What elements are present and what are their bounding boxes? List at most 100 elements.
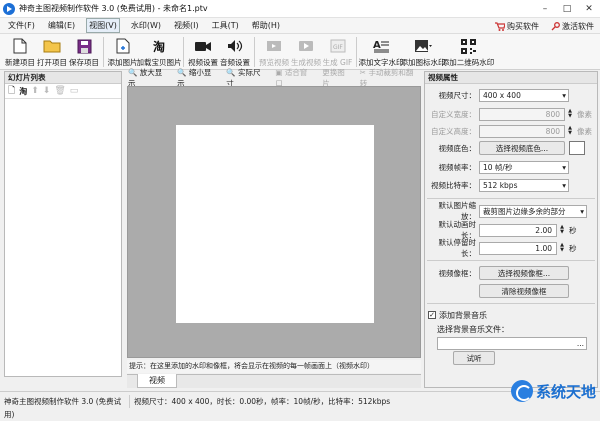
menu-tools[interactable]: 工具(T) <box>210 19 241 32</box>
toolbar-separator <box>356 37 357 67</box>
svg-text:GIF: GIF <box>333 44 343 51</box>
pause-duration-spinner[interactable]: ▲ ▼ <box>558 242 566 255</box>
save-project-label: 保存项目 <box>69 58 99 67</box>
delete-icon[interactable]: 🗑 <box>54 86 65 96</box>
gif-icon: GIF <box>330 39 345 53</box>
select-video-frame-button[interactable]: 选择视频像框... <box>479 266 569 280</box>
pause-duration-row: 默认停留时长： 1.00 ▲ ▼ 秒 <box>425 238 577 258</box>
minimize-button[interactable]: – <box>534 0 556 18</box>
clear-icon[interactable]: ▭ <box>70 86 79 96</box>
menu-file[interactable]: 文件(F) <box>6 19 37 32</box>
clear-video-frame-button[interactable]: 清除视频像框 <box>479 284 569 298</box>
custom-height-input[interactable]: 800 <box>479 124 565 138</box>
key-icon <box>551 21 560 30</box>
image-scale-select[interactable]: 裁剪图片边缘多余的部分 ▾ <box>479 204 587 218</box>
speaker-icon <box>228 40 243 52</box>
listen-button[interactable]: 试听 <box>453 351 495 365</box>
window-title: 神奇主图视频制作软件 3.0 (免费试用) - 未命名1.ptv <box>19 4 208 13</box>
pause-duration-unit: 秒 <box>569 243 577 253</box>
animation-duration-input[interactable]: 2.00 <box>479 223 557 237</box>
browse-music-button[interactable]: ... <box>577 339 584 348</box>
add-icon-watermark-button[interactable]: 添加图标水印 <box>401 34 446 70</box>
video-properties-title: 视频属性 <box>425 72 597 84</box>
video-size-label: 视频尺寸： <box>438 90 477 100</box>
animation-duration-row: 默认动画时长： 2.00 ▲ ▼ 秒 <box>425 220 577 240</box>
buy-software-link[interactable]: 购买软件 <box>495 21 539 32</box>
frame-rate-select[interactable]: 10 帧/秒 ▾ <box>479 160 569 174</box>
bitrate-select[interactable]: 512 kbps ▾ <box>479 178 569 192</box>
custom-width-unit: 像素 <box>577 109 592 119</box>
add-text-watermark-button[interactable]: A 添加文字水印 <box>359 34 404 70</box>
load-product-image-button[interactable]: 淘 加载宝贝图片 <box>137 34 182 70</box>
video-size-value: 400 x 400 <box>483 90 521 100</box>
maximize-button[interactable]: □ <box>556 0 578 18</box>
custom-height-row: 自定义高度： 800 ▲ ▼ 像素 <box>425 124 592 138</box>
dropdown-arrow-icon: ▾ <box>562 90 566 100</box>
add-qrcode-watermark-label: 添加二维码水印 <box>441 58 495 67</box>
custom-width-spinner[interactable]: ▲ ▼ <box>566 108 574 121</box>
add-qrcode-watermark-button[interactable]: 添加二维码水印 <box>441 34 495 70</box>
open-project-button[interactable]: 打开项目 <box>36 34 68 70</box>
menu-edit[interactable]: 编辑(E) <box>46 19 77 32</box>
move-down-icon[interactable]: ⬇ <box>43 86 51 96</box>
image-watermark-icon <box>415 40 432 52</box>
save-project-button[interactable]: 保存项目 <box>68 34 100 70</box>
background-music-checkbox[interactable]: ✓ <box>428 311 436 319</box>
preview-video-button[interactable]: 预览视频 <box>258 34 290 70</box>
crop-flip-label: 手动裁剪和翻转 <box>359 68 414 88</box>
activate-software-link[interactable]: 激活软件 <box>551 21 594 32</box>
pause-duration-input[interactable]: 1.00 <box>479 241 557 255</box>
folder-icon <box>43 40 61 53</box>
app-icon <box>3 2 15 15</box>
new-slide-icon[interactable]: 🗋 <box>8 83 15 99</box>
animation-duration-spinner[interactable]: ▲ ▼ <box>558 224 566 237</box>
fit-window-label: 适合窗口 <box>275 68 308 88</box>
text-watermark-icon: A <box>373 40 389 53</box>
replace-image-label: 更换图片 <box>322 68 345 88</box>
video-size-select[interactable]: 400 x 400 ▾ <box>479 88 569 102</box>
slide-list-toolbar: 🗋 淘 ⬆ ⬇ 🗑 ▭ <box>5 84 121 99</box>
bitrate-value: 512 kbps <box>483 180 518 190</box>
generate-gif-button[interactable]: GIF 生成 GIF <box>322 34 353 70</box>
bitrate-row: 视频比特率： 512 kbps ▾ <box>425 178 569 192</box>
title-bar: 神奇主图视频制作软件 3.0 (免费试用) - 未命名1.ptv – □ ✕ <box>0 0 600 18</box>
image-scale-value: 裁剪图片边缘多余的部分 <box>483 206 566 216</box>
view-toolbar: 🔍 放大显示 🔍 缩小显示 🔍 实际尺寸 ▣ 适合窗口 更换图片 ✂ 手动裁剪和… <box>128 68 420 88</box>
taobao-small-icon[interactable]: 淘 <box>19 86 27 97</box>
clear-frame-row: 清除视频像框 <box>425 284 569 298</box>
close-button[interactable]: ✕ <box>578 0 600 18</box>
section-divider <box>427 303 595 304</box>
custom-width-input[interactable]: 800 <box>479 107 565 121</box>
menu-bar: 文件(F) 编辑(E) 视图(V) 水印(W) 视频(I) 工具(T) 帮助(H… <box>0 18 600 34</box>
menu-help[interactable]: 帮助(H) <box>250 19 282 32</box>
preview-area[interactable] <box>127 86 421 358</box>
slide-list-title: 幻灯片列表 <box>5 72 121 84</box>
film-icon <box>267 41 281 51</box>
toolbar-separator <box>254 37 255 67</box>
status-video-info: 视频尺寸：400 x 400，时长：0.00秒，帧率：10帧/秒，比特率：512… <box>134 396 391 406</box>
audio-settings-button[interactable]: 音频设置 <box>219 34 251 70</box>
music-file-input[interactable]: ... <box>437 336 587 350</box>
add-image-button[interactable]: 添加图片 <box>107 34 138 70</box>
site-watermark: 系统天地 <box>510 380 596 402</box>
custom-height-spinner[interactable]: ▲ ▼ <box>566 125 574 138</box>
background-color-swatch[interactable] <box>569 141 585 155</box>
dropdown-arrow-icon: ▾ <box>580 206 584 216</box>
move-up-icon[interactable]: ⬆ <box>31 86 39 96</box>
frame-rate-row: 视频帧率： 10 帧/秒 ▾ <box>425 160 569 174</box>
animation-duration-unit: 秒 <box>569 225 577 235</box>
activate-software-label: 激活软件 <box>562 21 594 31</box>
image-scale-row: 默认图片缩放： 裁剪图片边缘多余的部分 ▾ <box>425 201 587 221</box>
new-project-button[interactable]: 新建项目 <box>4 34 36 70</box>
slide-list-panel: 幻灯片列表 🗋 淘 ⬆ ⬇ 🗑 ▭ <box>4 71 122 377</box>
tab-video[interactable]: 视频 <box>137 374 177 388</box>
video-settings-button[interactable]: 视频设置 <box>187 34 219 70</box>
menu-watermark[interactable]: 水印(W) <box>129 19 163 32</box>
video-canvas[interactable] <box>176 125 374 323</box>
select-background-color-button[interactable]: 选择视频底色... <box>479 141 565 155</box>
new-project-label: 新建项目 <box>5 58 35 67</box>
generate-video-button[interactable]: 生成视频 <box>290 34 322 70</box>
menu-view[interactable]: 视图(V) <box>86 18 120 33</box>
menu-video[interactable]: 视频(I) <box>172 19 201 32</box>
custom-height-label: 自定义高度： <box>431 126 476 136</box>
